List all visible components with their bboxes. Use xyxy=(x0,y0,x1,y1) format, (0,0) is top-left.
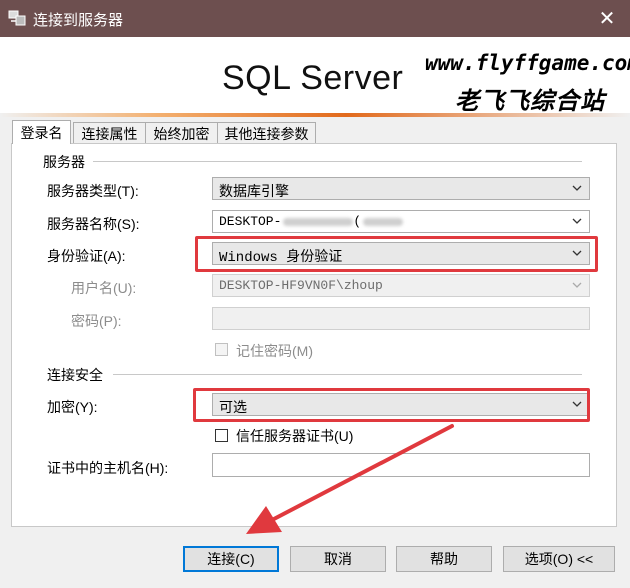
security-group-title: 连接安全 xyxy=(47,367,103,383)
highlight-box-auth xyxy=(195,236,598,272)
server-type-value: 数据库引擎 xyxy=(219,183,289,199)
username-dropdown[interactable]: DESKTOP-HF9VN0F\zhoup xyxy=(212,274,590,297)
remember-password-label: 记住密码(M) xyxy=(236,343,313,359)
window-title: 连接到服务器 xyxy=(33,12,124,29)
cancel-button[interactable]: 取消 xyxy=(290,546,386,572)
server-connect-icon xyxy=(8,10,26,26)
remember-password-checkbox[interactable] xyxy=(215,343,228,356)
product-banner: SQL Server www.flyffgame.com 老飞飞综合站 xyxy=(0,37,630,117)
chevron-down-icon xyxy=(572,282,582,288)
options-button[interactable]: 选项(O) << xyxy=(503,546,615,572)
watermark-url: www.flyffgame.com xyxy=(425,51,630,75)
close-button[interactable]: ✕ xyxy=(584,0,630,37)
host-in-cert-label: 证书中的主机名(H): xyxy=(47,460,169,476)
redacted-blur xyxy=(283,217,354,226)
username-value: DESKTOP-HF9VN0F\zhoup xyxy=(219,278,383,293)
tab-always-encrypted[interactable]: 始终加密 xyxy=(145,122,218,144)
password-input[interactable] xyxy=(212,307,590,330)
title-bar: 连接到服务器 ✕ xyxy=(0,0,630,37)
host-in-cert-input[interactable] xyxy=(212,453,590,477)
security-group-divider xyxy=(113,374,582,375)
username-label: 用户名(U): xyxy=(71,280,137,296)
server-name-dropdown[interactable]: DESKTOP-( xyxy=(212,210,590,233)
chevron-down-icon xyxy=(572,218,582,224)
banner-accent-line xyxy=(0,113,630,117)
trust-cert-label: 信任服务器证书(U) xyxy=(236,428,354,444)
tab-connection-properties[interactable]: 连接属性 xyxy=(73,122,146,144)
help-button[interactable]: 帮助 xyxy=(396,546,492,572)
trust-cert-checkbox[interactable] xyxy=(215,429,228,442)
password-label: 密码(P): xyxy=(71,313,122,329)
server-name-value: DESKTOP-( xyxy=(219,214,404,229)
server-type-dropdown[interactable]: 数据库引擎 xyxy=(212,177,590,200)
tab-additional-parameters[interactable]: 其他连接参数 xyxy=(217,122,316,144)
connect-button[interactable]: 连接(C) xyxy=(183,546,279,572)
close-icon: ✕ xyxy=(598,8,616,30)
highlight-box-encrypt xyxy=(193,388,590,422)
server-name-label: 服务器名称(S): xyxy=(47,216,140,232)
chevron-down-icon xyxy=(572,185,582,191)
server-type-label: 服务器类型(T): xyxy=(47,183,139,199)
tab-login[interactable]: 登录名 xyxy=(12,120,71,144)
server-group-title: 服务器 xyxy=(43,154,85,170)
auth-label: 身份验证(A): xyxy=(47,248,126,264)
watermark-name: 老飞飞综合站 xyxy=(455,88,605,115)
encrypt-label: 加密(Y): xyxy=(47,399,98,415)
server-group-divider xyxy=(93,161,582,162)
redacted-blur xyxy=(363,217,404,226)
product-name: SQL Server xyxy=(222,59,404,97)
